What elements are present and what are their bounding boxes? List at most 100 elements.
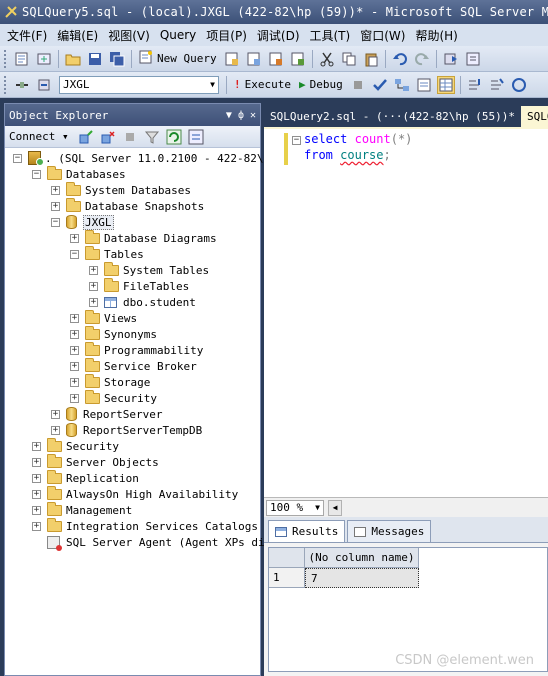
- expand-icon[interactable]: +: [70, 361, 79, 371]
- expand-icon[interactable]: +: [89, 297, 98, 307]
- estimated-plan-icon[interactable]: [393, 76, 411, 94]
- paste-icon[interactable]: [362, 50, 380, 68]
- change-connection-icon[interactable]: [35, 76, 53, 94]
- tree-node[interactable]: + FileTables: [5, 277, 260, 294]
- tree-node[interactable]: − JXGL: [5, 214, 260, 230]
- expand-icon[interactable]: +: [32, 457, 41, 467]
- new-project-icon[interactable]: [13, 50, 31, 68]
- database-select[interactable]: JXGL ▼: [59, 75, 219, 94]
- tab-results[interactable]: Results: [268, 520, 346, 542]
- expand-icon[interactable]: +: [70, 393, 79, 403]
- tree-node[interactable]: + dbo.student: [5, 294, 260, 310]
- menu-help[interactable]: 帮助(H): [410, 27, 462, 44]
- undo-icon[interactable]: [391, 50, 409, 68]
- collapse-icon[interactable]: −: [70, 249, 79, 259]
- grid-corner[interactable]: [269, 548, 305, 568]
- expand-icon[interactable]: +: [89, 281, 98, 291]
- navigate-backward-icon[interactable]: [442, 50, 460, 68]
- parse-check-icon[interactable]: [371, 76, 389, 94]
- debug-button[interactable]: ▶ Debug: [299, 78, 343, 91]
- add-item-icon[interactable]: [35, 50, 53, 68]
- expand-icon[interactable]: +: [51, 201, 60, 211]
- connect-button[interactable]: Connect ▾: [9, 130, 69, 143]
- new-query-button[interactable]: New Query: [139, 50, 217, 67]
- tree-node[interactable]: + Synonyms: [5, 325, 260, 342]
- tree-node[interactable]: + ReportServer: [5, 406, 260, 422]
- query-editor[interactable]: − select count (*) from course;: [264, 127, 548, 497]
- specify-values-icon[interactable]: [510, 76, 528, 94]
- xmla-query-icon[interactable]: [289, 50, 307, 68]
- expand-icon[interactable]: +: [51, 185, 60, 195]
- tree-node[interactable]: − . (SQL Server 11.0.2100 - 422-82\hp: [5, 150, 277, 166]
- expand-icon[interactable]: +: [32, 489, 41, 499]
- column-header[interactable]: (No column name): [305, 548, 419, 568]
- execute-button[interactable]: ! Execute: [234, 78, 291, 91]
- connect-query-icon[interactable]: [13, 76, 31, 94]
- expand-icon[interactable]: +: [70, 233, 79, 243]
- grid-cell[interactable]: 7: [305, 568, 419, 588]
- expand-icon[interactable]: +: [32, 473, 41, 483]
- db-engine-query-icon[interactable]: [223, 50, 241, 68]
- tree-node[interactable]: + Storage: [5, 373, 260, 390]
- zoom-select[interactable]: 100 % ▼: [266, 499, 324, 516]
- tree-node[interactable]: + AlwaysOn High Availability: [5, 485, 260, 502]
- menu-tools[interactable]: 工具(T): [305, 27, 356, 44]
- menu-project[interactable]: 项目(P): [201, 27, 252, 44]
- menu-edit[interactable]: 编辑(E): [52, 27, 103, 44]
- menu-debug[interactable]: 调试(D): [252, 27, 305, 44]
- cancel-query-icon[interactable]: [349, 76, 367, 94]
- tree-node[interactable]: + System Databases: [5, 181, 260, 198]
- tree-node[interactable]: SQL Server Agent (Agent XPs dis: [5, 534, 271, 551]
- tree-node[interactable]: − Tables: [5, 245, 260, 262]
- collapse-icon[interactable]: [187, 128, 205, 146]
- tree-node[interactable]: + Database Snapshots: [5, 197, 260, 214]
- tree-node[interactable]: + Database Diagrams: [5, 229, 260, 246]
- tree-node[interactable]: + Security: [5, 389, 260, 406]
- collapse-icon[interactable]: −: [13, 153, 22, 163]
- comment-out-icon[interactable]: [466, 76, 484, 94]
- menu-window[interactable]: 窗口(W): [355, 27, 410, 44]
- collapse-icon[interactable]: −: [32, 169, 41, 179]
- expand-icon[interactable]: +: [32, 521, 41, 531]
- filter-icon[interactable]: [143, 128, 161, 146]
- results-to-grid-icon[interactable]: [436, 75, 455, 94]
- expand-icon[interactable]: +: [32, 441, 41, 451]
- expand-icon[interactable]: +: [32, 505, 41, 515]
- pin-icon[interactable]: ф: [238, 110, 244, 121]
- close-icon[interactable]: ✕: [250, 110, 256, 121]
- tree-node[interactable]: + Server Objects: [5, 453, 260, 470]
- collapse-icon[interactable]: −: [51, 217, 60, 227]
- tree-node[interactable]: − Databases: [5, 165, 260, 182]
- tree-node[interactable]: + Security: [5, 437, 260, 454]
- tree-node[interactable]: + Programmability: [5, 341, 260, 358]
- save-icon[interactable]: [86, 50, 104, 68]
- dmx-query-icon[interactable]: [267, 50, 285, 68]
- tab-sqlquery5[interactable]: SQLQuery5: [521, 106, 548, 127]
- expand-icon[interactable]: +: [70, 313, 79, 323]
- expand-icon[interactable]: +: [70, 377, 79, 387]
- dropdown-icon[interactable]: ▼: [226, 110, 232, 121]
- scroll-left-icon[interactable]: ◀: [328, 499, 342, 516]
- connect-server-icon[interactable]: [77, 128, 95, 146]
- expand-icon[interactable]: +: [70, 329, 79, 339]
- tree-node[interactable]: + Integration Services Catalogs: [5, 517, 260, 534]
- redo-icon[interactable]: [413, 50, 431, 68]
- row-number[interactable]: 1: [269, 568, 305, 588]
- refresh-icon[interactable]: [165, 128, 183, 146]
- tree-node[interactable]: + ReportServerTempDB: [5, 422, 260, 438]
- tree-node[interactable]: + System Tables: [5, 261, 260, 278]
- toolbar-grip[interactable]: [4, 75, 8, 94]
- menu-file[interactable]: 文件(F): [2, 27, 52, 44]
- solution-explorer-icon[interactable]: [464, 50, 482, 68]
- tree-node[interactable]: + Views: [5, 309, 260, 326]
- disconnect-server-icon[interactable]: [99, 128, 117, 146]
- tree-node[interactable]: + Replication: [5, 469, 260, 486]
- collapse-region-icon[interactable]: −: [292, 136, 301, 145]
- menu-view[interactable]: 视图(V): [103, 27, 155, 44]
- open-file-icon[interactable]: [64, 50, 82, 68]
- expand-icon[interactable]: +: [51, 409, 60, 419]
- save-all-icon[interactable]: [108, 50, 126, 68]
- tree-node[interactable]: + Service Broker: [5, 357, 260, 374]
- tab-sqlquery2[interactable]: SQLQuery2.sql - (···(422-82\hp (55))*: [264, 106, 521, 127]
- copy-icon[interactable]: [340, 50, 358, 68]
